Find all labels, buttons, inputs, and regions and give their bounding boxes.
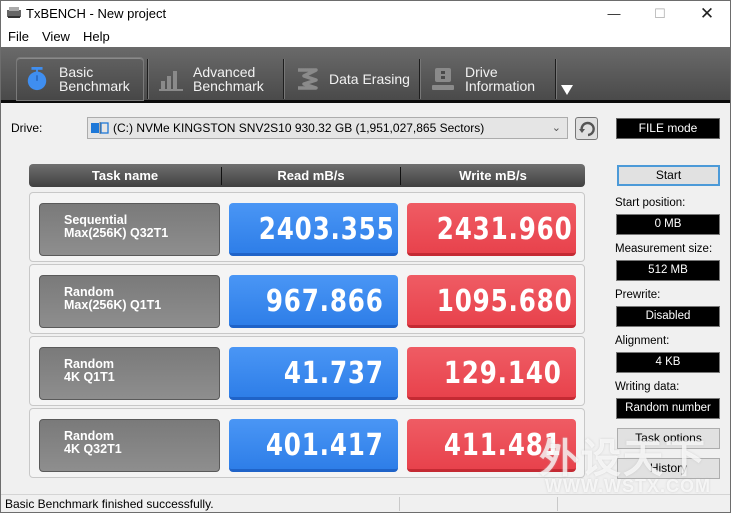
minimize-button[interactable]: —: [591, 1, 637, 27]
measurement-size-field[interactable]: 512 MB: [616, 260, 720, 281]
task-name-line2: Max(256K) Q1T1: [64, 298, 162, 312]
read-value: 401.417: [266, 428, 384, 463]
result-row-seq-q32t1: Sequential Max(256K) Q32T1 2403.355 2431…: [29, 192, 585, 262]
drive-info-icon: [432, 68, 454, 90]
write-result: 129.140: [407, 347, 576, 400]
write-value: 411.481: [444, 428, 562, 463]
more-tabs-arrow-icon[interactable]: [561, 85, 573, 95]
menu-bar: File View Help: [1, 27, 730, 47]
read-value: 2403.355: [258, 212, 395, 247]
drive-label: Drive:: [11, 121, 43, 135]
window-title: TxBENCH - New project: [26, 6, 167, 21]
drive-select[interactable]: (C:) NVMe KINGSTON SNV2S10 930.32 GB (1,…: [87, 117, 568, 139]
tab-basic-benchmark-label: Basic Benchmark: [59, 65, 130, 93]
tab-advanced-benchmark[interactable]: Advanced Benchmark: [151, 57, 281, 101]
maximize-button[interactable]: ☐: [637, 1, 683, 27]
task-name-line2: 4K Q32T1: [64, 442, 122, 456]
task-name-line2: 4K Q1T1: [64, 370, 115, 384]
result-row-rnd-4k-q1t1: Random 4K Q1T1 41.737 129.140: [29, 336, 585, 406]
result-row-rnd-max-q1t1: Random Max(256K) Q1T1 967.866 1095.680: [29, 264, 585, 334]
drive-icon: [91, 122, 109, 134]
status-bar: Basic Benchmark finished successfully.: [1, 494, 730, 512]
task-options-button[interactable]: Task options: [617, 428, 720, 449]
chevron-down-icon: ⌄: [551, 122, 561, 134]
write-result: 2431.960: [407, 203, 576, 256]
alignment-label: Alignment:: [615, 335, 670, 347]
start-button[interactable]: Start: [617, 165, 720, 186]
toolbar-divider: [283, 59, 284, 99]
read-result: 2403.355: [229, 203, 398, 256]
status-divider: [399, 497, 400, 511]
main-toolbar: Basic Benchmark Advanced Benchmark Data …: [1, 47, 730, 103]
refresh-drives-button[interactable]: [575, 117, 598, 140]
task-name-line2: Max(256K) Q32T1: [64, 226, 169, 240]
result-row-rnd-4k-q32t1: Random 4K Q32T1 401.417 411.481: [29, 408, 585, 478]
toolbar-divider: [419, 59, 420, 99]
start-position-field[interactable]: 0 MB: [616, 214, 720, 235]
file-mode-indicator: FILE mode: [616, 118, 720, 139]
alignment-field[interactable]: 4 KB: [616, 352, 720, 373]
read-result: 967.866: [229, 275, 398, 328]
prewrite-field[interactable]: Disabled: [616, 306, 720, 327]
menu-view[interactable]: View: [42, 29, 70, 44]
read-value: 967.866: [266, 284, 384, 319]
eraser-icon: [298, 68, 318, 90]
write-result: 411.481: [407, 419, 576, 472]
close-button[interactable]: ✕: [684, 1, 730, 27]
app-logo-icon: [7, 7, 21, 18]
write-value: 129.140: [444, 356, 562, 391]
task-button[interactable]: Random Max(256K) Q1T1: [39, 275, 220, 328]
task-button[interactable]: Random 4K Q32T1: [39, 419, 220, 472]
status-divider: [557, 497, 558, 511]
tab-drive-information-label: Drive Information: [465, 65, 535, 93]
read-value: 41.737: [284, 356, 384, 391]
task-button[interactable]: Random 4K Q1T1: [39, 347, 220, 400]
column-header-write: Write mB/s: [459, 168, 527, 183]
toolbar-divider: [555, 59, 556, 99]
tab-label-line2: Information: [465, 78, 536, 94]
tab-data-erasing[interactable]: Data Erasing: [287, 57, 417, 101]
tab-label-line1: Data Erasing: [329, 71, 410, 87]
writing-data-label: Writing data:: [615, 381, 680, 393]
read-result: 401.417: [229, 419, 398, 472]
column-header-task: Task name: [91, 168, 159, 183]
tab-data-erasing-label: Data Erasing: [329, 72, 410, 86]
task-button[interactable]: Sequential Max(256K) Q32T1: [39, 203, 220, 256]
results-table-header: Task name Read mB/s Write mB/s: [29, 164, 585, 187]
tab-basic-benchmark[interactable]: Basic Benchmark: [16, 57, 144, 101]
measurement-size-label: Measurement size:: [615, 243, 713, 255]
column-header-read: Read mB/s: [277, 168, 345, 183]
write-value: 1095.680: [436, 284, 573, 319]
tab-label-line2: Benchmark: [59, 78, 130, 94]
tab-drive-information[interactable]: Drive Information: [423, 57, 553, 101]
start-position-label: Start position:: [615, 197, 686, 209]
tab-advanced-benchmark-label: Advanced Benchmark: [193, 65, 264, 93]
write-result: 1095.680: [407, 275, 576, 328]
tab-label-line1: Basic: [59, 64, 94, 80]
title-bar: TxBENCH - New project — ☐ ✕: [1, 1, 730, 27]
stopwatch-icon: [27, 67, 47, 91]
refresh-icon: [578, 121, 595, 136]
menu-help[interactable]: Help: [83, 29, 110, 44]
tab-label-line1: Advanced: [193, 64, 256, 80]
status-message: Basic Benchmark finished successfully.: [5, 497, 214, 511]
write-value: 2431.960: [436, 212, 573, 247]
tab-label-line2: Benchmark: [193, 78, 264, 94]
menu-file[interactable]: File: [8, 29, 29, 44]
app-window: TxBENCH - New project — ☐ ✕ File View He…: [0, 0, 731, 513]
prewrite-label: Prewrite:: [615, 289, 661, 301]
bar-chart-icon: [159, 71, 183, 91]
toolbar-divider: [147, 59, 148, 99]
tab-label-line1: Drive: [465, 64, 498, 80]
drive-select-value: (C:) NVMe KINGSTON SNV2S10 930.32 GB (1,…: [113, 121, 485, 135]
history-button[interactable]: History: [617, 458, 720, 479]
read-result: 41.737: [229, 347, 398, 400]
writing-data-field[interactable]: Random number: [616, 398, 720, 419]
